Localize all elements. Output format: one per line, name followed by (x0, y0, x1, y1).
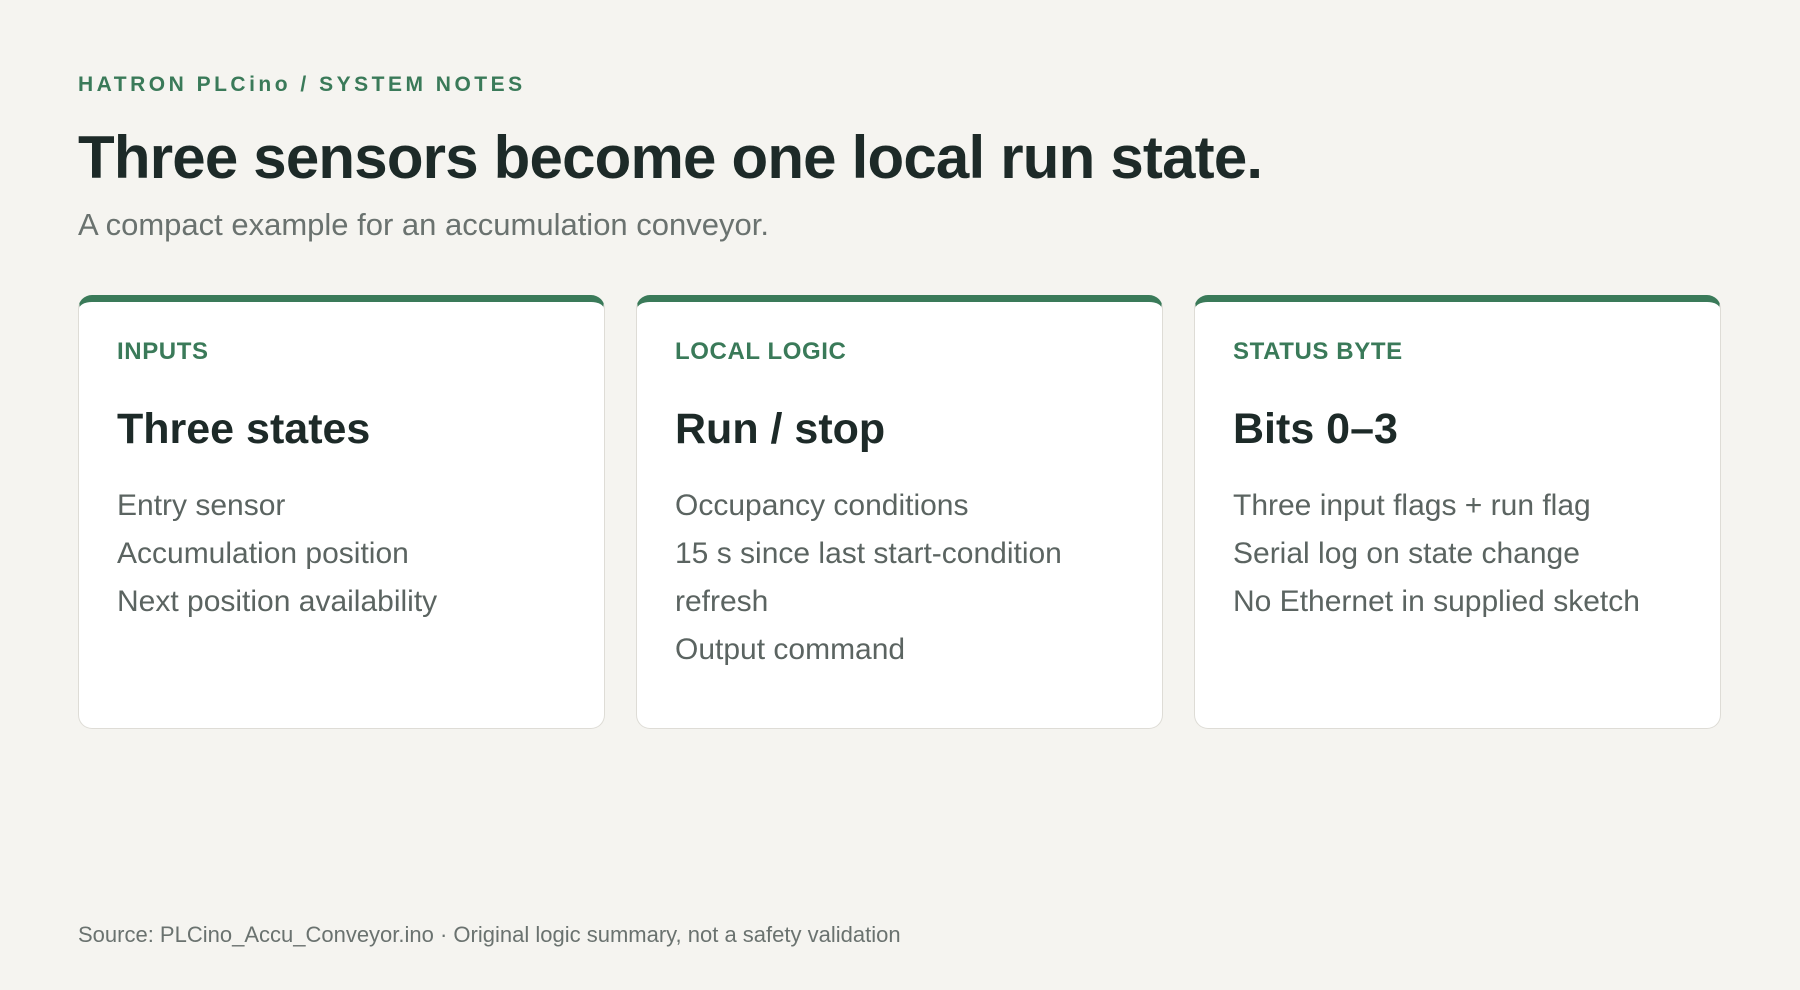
card-list-item: Entry sensor (117, 489, 286, 522)
card-kicker: STATUS BYTE (1233, 338, 1403, 365)
card-title: Run / stop (675, 405, 886, 453)
card-kicker: LOCAL LOGIC (675, 338, 847, 365)
card-list-item: Occupancy conditions (675, 489, 969, 522)
card-item-list: Three input flags + run flag Serial log … (1233, 482, 1682, 626)
card-title: Three states (117, 405, 371, 453)
card-title: Bits 0–3 (1233, 405, 1398, 453)
page-title: Three sensors become one local run state… (78, 124, 1263, 191)
card-list-item: 15 s since last start-condition refresh (675, 537, 1062, 618)
card-list-item: Accumulation position (117, 537, 409, 570)
page-subtitle: A compact example for an accumulation co… (78, 207, 769, 242)
system-notes-page: HATRON PLCino / SYSTEM NOTES Three senso… (78, 0, 1722, 990)
card-kicker: INPUTS (117, 338, 209, 365)
card-status-byte: STATUS BYTE Bits 0–3 Three input flags +… (1194, 295, 1721, 729)
card-list-item: Serial log on state change (1233, 537, 1580, 570)
card-list-item: No Ethernet in supplied sketch (1233, 585, 1640, 618)
eyebrow-label: HATRON PLCino / SYSTEM NOTES (78, 73, 526, 96)
source-note: Source: PLCino_Accu_Conveyor.ino · Origi… (78, 922, 901, 947)
card-inputs: INPUTS Three states Entry sensor Accumul… (78, 295, 605, 729)
card-list-item: Three input flags + run flag (1233, 489, 1591, 522)
card-item-list: Occupancy conditions 15 s since last sta… (675, 482, 1124, 674)
card-list-item: Next position availability (117, 585, 438, 618)
card-item-list: Entry sensor Accumulation position Next … (117, 482, 566, 626)
card-list-item: Output command (675, 633, 906, 666)
card-row: INPUTS Three states Entry sensor Accumul… (78, 295, 1722, 729)
card-local-logic: LOCAL LOGIC Run / stop Occupancy conditi… (636, 295, 1163, 729)
